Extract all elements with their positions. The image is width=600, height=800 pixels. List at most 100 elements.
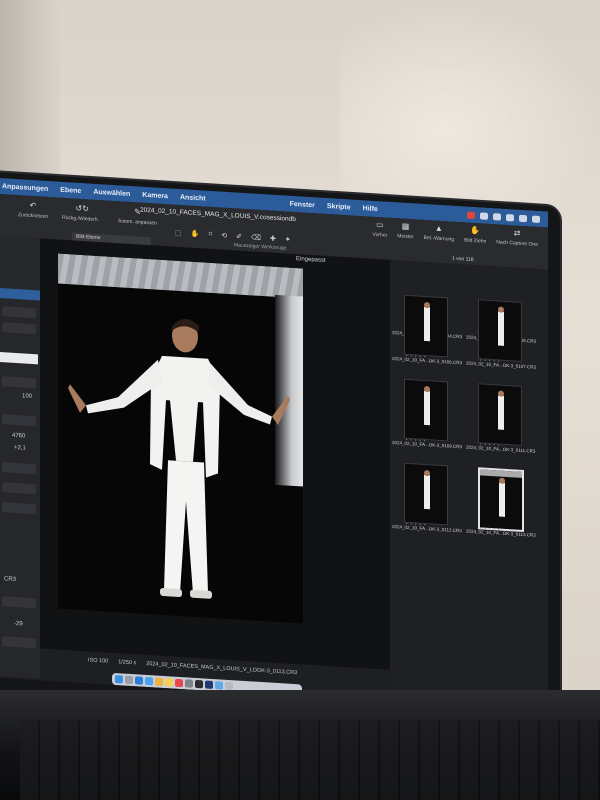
- tool-panel-left: 100 4760 +2,1 CR3 -29: [0, 236, 40, 679]
- menu-spacer: [390, 210, 455, 214]
- current-filename: 2024_02_10_FACES_MAG_X_LOUIS_V_LOOK-3_01…: [146, 660, 298, 677]
- safari-icon[interactable]: [135, 676, 143, 685]
- drag-image-tool[interactable]: ✋ Bild Ziehn: [464, 225, 487, 245]
- launchpad-icon[interactable]: [125, 675, 133, 685]
- panel-control[interactable]: [2, 306, 36, 319]
- capture-one-icon[interactable]: [195, 679, 203, 689]
- master-tool[interactable]: ▦ Meister: [397, 221, 414, 241]
- thumbnail-caption: 2024_02_10_FA...OK-3_0112.CR3: [392, 523, 462, 534]
- thumbnail-caption: 2024_02_10_FA...OK-3_0111.CR3: [466, 444, 536, 454]
- exposure-warning-tool[interactable]: ▲ Bel.-Warnung: [424, 224, 454, 243]
- keyboard: [20, 720, 600, 800]
- undo-label: Rückg./Wiederh.: [62, 214, 99, 224]
- shutter-value: 1/250 s: [118, 659, 137, 667]
- capture-next-tool[interactable]: ⇄ Nach Capture One: [496, 228, 538, 247]
- undo-redo-icon: ↺↻: [75, 203, 89, 214]
- wifi-icon[interactable]: [506, 213, 514, 221]
- panel-control[interactable]: [2, 462, 36, 475]
- settings-icon[interactable]: [185, 679, 193, 688]
- panel-control[interactable]: [2, 636, 36, 649]
- exposure-warning-label: Bel.-Warnung: [423, 234, 455, 243]
- thumbnail-image: [478, 467, 524, 533]
- folder-icon[interactable]: [215, 681, 223, 690]
- person-figure: [68, 318, 290, 599]
- record-icon[interactable]: [467, 211, 475, 219]
- thumbnail-caption: 2024_02_10_FA...OK-3_0106.CR3: [392, 355, 462, 366]
- thumbnail[interactable]: • • • • • 2024_02_10_FA...OK-3_0107.CR3: [466, 293, 536, 381]
- control-icon[interactable]: [480, 211, 488, 220]
- eraser-tool-icon[interactable]: ⌫: [251, 233, 261, 242]
- menu-item[interactable]: Kamera: [142, 191, 168, 200]
- thumbnail-selected[interactable]: • • • • • 2024_02_10_FA...OK-3_0113.CR3: [466, 461, 536, 549]
- main-photo[interactable]: [58, 253, 303, 624]
- right-toolbar: ▭ Vorher ▦ Meister ▲ Bel.-Warnung ✋ Bild…: [372, 220, 538, 248]
- thumbnail-caption: 2024_02_10_FA...OK-3_0113.CR3: [466, 528, 536, 538]
- panel-control[interactable]: [2, 482, 36, 495]
- panel-control[interactable]: [2, 502, 36, 515]
- auto-adjust-label: Autom. anpassen: [118, 218, 157, 227]
- picker-tool-icon[interactable]: ✚: [270, 235, 276, 243]
- brush-tool-icon[interactable]: ✐: [236, 232, 242, 240]
- control-center-icon[interactable]: [532, 215, 540, 223]
- photoshop-icon[interactable]: [205, 680, 213, 690]
- before-label: Vorher: [372, 231, 388, 239]
- status-icons: [467, 211, 548, 223]
- search-icon[interactable]: [519, 214, 527, 222]
- compare-icon: ▭: [376, 220, 384, 230]
- thumbnail-image: [478, 299, 522, 362]
- panel-value: 4760: [12, 432, 26, 440]
- heal-tool-icon[interactable]: ✦: [285, 235, 291, 243]
- thumbnail[interactable]: • • • • • 2024_02_10_FA...OK-3_0112.CR3: [392, 456, 462, 544]
- finder-icon[interactable]: [115, 675, 123, 684]
- menu-item[interactable]: Hilfe: [363, 205, 378, 213]
- trash-icon[interactable]: [225, 681, 233, 691]
- menu-item[interactable]: Skripte: [327, 202, 351, 210]
- reset-label: Zurücksetzen: [18, 212, 49, 220]
- thumbnail[interactable]: • • • • • 2024_02_10_FA...OK-3_0106.CR3: [392, 288, 462, 376]
- menu-item[interactable]: Auswählen: [93, 188, 130, 197]
- undo-redo-tool[interactable]: ↺↻ Rückg./Wiederh.: [62, 204, 99, 223]
- grid-icon: ▦: [401, 221, 410, 232]
- panel-control[interactable]: [2, 322, 36, 335]
- panel-control[interactable]: [2, 414, 36, 427]
- thumbnail[interactable]: • • • • • 2024_02_10_FA...OK-3_0109.CR3: [392, 372, 462, 460]
- reset-tool[interactable]: ↶ Zurücksetzen: [18, 201, 48, 220]
- panel-value: 100: [22, 393, 33, 400]
- mail-icon[interactable]: [145, 676, 153, 686]
- rotate-tool-icon[interactable]: ⟲: [221, 232, 227, 240]
- panel-tab-active[interactable]: [0, 288, 40, 301]
- panel-slider-track[interactable]: [0, 352, 38, 365]
- crop-tool-icon[interactable]: ⌗: [208, 231, 212, 239]
- master-label: Meister: [397, 233, 414, 241]
- iso-value: ISO 100: [88, 657, 109, 665]
- panel-control[interactable]: [2, 376, 36, 389]
- photos-icon[interactable]: [155, 677, 163, 686]
- thumbnail-image: [404, 294, 448, 358]
- menu-gap: [218, 199, 278, 203]
- select-tool-icon[interactable]: ⬚: [175, 229, 182, 237]
- laptop-screen: Anpassungen Ebene Auswählen Kamera Ansic…: [0, 178, 548, 712]
- image-counter: 1 von 118: [452, 255, 474, 263]
- thumbnail[interactable]: • • • • • 2024_02_10_FA...OK-3_0111.CR3: [466, 377, 536, 465]
- battery-icon[interactable]: [493, 212, 501, 221]
- background-wall-shadow: [0, 0, 60, 200]
- warning-icon: ▲: [434, 223, 443, 234]
- before-tool[interactable]: ▭ Vorher: [372, 220, 388, 239]
- menu-item[interactable]: Fenster: [290, 200, 315, 209]
- panel-value: CR3: [4, 576, 17, 583]
- menu-item[interactable]: Ansicht: [180, 194, 206, 203]
- menu-item[interactable]: Anpassungen: [2, 183, 48, 193]
- drag-image-label: Bild Ziehn: [464, 237, 487, 245]
- panel-value: -29: [14, 620, 23, 628]
- drag-icon: ✋: [470, 225, 481, 236]
- notes-icon[interactable]: [165, 678, 173, 687]
- music-icon[interactable]: [175, 678, 183, 688]
- panel-control[interactable]: [2, 596, 36, 609]
- pan-tool-icon[interactable]: ✋: [191, 230, 200, 239]
- reset-icon: ↶: [29, 200, 37, 211]
- thumbnail-image: [404, 378, 448, 442]
- capture-icon: ⇄: [513, 228, 521, 238]
- cursor-tools: ⬚ ✋ ⌗ ⟲ ✐ ⌫ ✚ ✦: [175, 229, 291, 244]
- thumbnail-image: [404, 462, 448, 526]
- menu-item[interactable]: Ebene: [60, 186, 81, 194]
